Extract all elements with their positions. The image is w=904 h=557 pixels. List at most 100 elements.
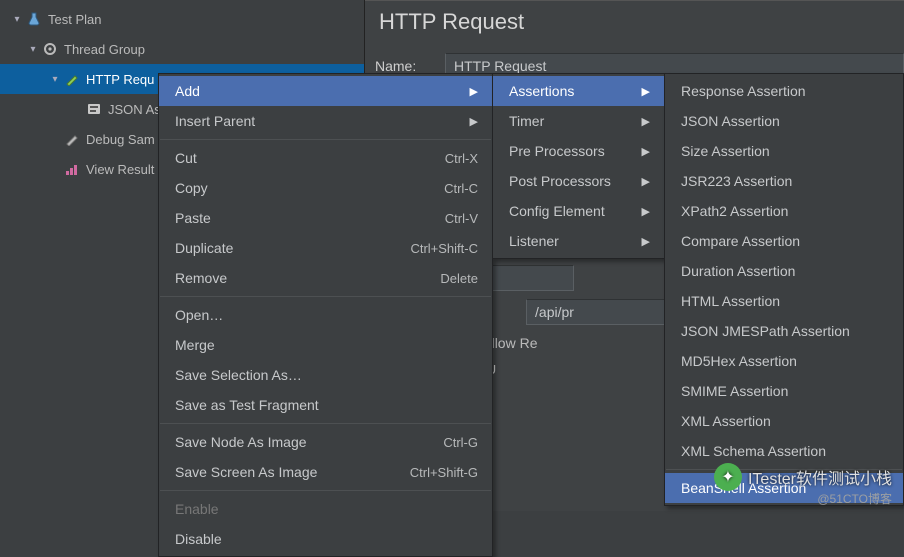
- menu-label: MD5Hex Assertion: [681, 353, 797, 369]
- gear-icon: [42, 41, 58, 57]
- menu-shortcut: Ctrl-G: [443, 435, 478, 450]
- menu-save-node-image[interactable]: Save Node As Image Ctrl-G: [159, 427, 492, 457]
- submenu-config-element[interactable]: Config Element ▶: [493, 196, 664, 226]
- menu-label: Post Processors: [509, 173, 611, 189]
- flask-icon: [26, 11, 42, 27]
- assertion-item[interactable]: SMIME Assertion: [665, 376, 903, 406]
- tree-item-thread-group[interactable]: ▾ Thread Group: [0, 34, 364, 64]
- menu-label: Paste: [175, 210, 211, 226]
- menu-shortcut: Ctrl+Shift-C: [410, 241, 478, 256]
- menu-disable[interactable]: Disable: [159, 524, 492, 554]
- menu-label: JSR223 Assertion: [681, 173, 792, 189]
- menu-label: Assertions: [509, 83, 574, 99]
- menu-label: Save as Test Fragment: [175, 397, 319, 413]
- menu-label: XML Schema Assertion: [681, 443, 826, 459]
- menu-label: BeanShell Assertion: [681, 480, 806, 496]
- assertion-item[interactable]: Duration Assertion: [665, 256, 903, 286]
- assertion-item[interactable]: Compare Assertion: [665, 226, 903, 256]
- menu-label: Disable: [175, 531, 222, 547]
- menu-separator: [160, 139, 491, 140]
- chevron-right-icon: ▶: [470, 85, 478, 98]
- assertion-item[interactable]: MD5Hex Assertion: [665, 346, 903, 376]
- menu-label: Save Node As Image: [175, 434, 307, 450]
- tree-item-label: Debug Sam: [86, 132, 155, 147]
- name-label: Name:: [375, 58, 435, 74]
- menu-save-fragment[interactable]: Save as Test Fragment: [159, 390, 492, 420]
- menu-shortcut: Ctrl+Shift-G: [410, 465, 478, 480]
- assertion-item[interactable]: HTML Assertion: [665, 286, 903, 316]
- menu-merge[interactable]: Merge: [159, 330, 492, 360]
- chevron-right-icon: ▶: [642, 235, 650, 248]
- chevron-right-icon: ▶: [642, 115, 650, 128]
- menu-label: Size Assertion: [681, 143, 770, 159]
- menu-duplicate[interactable]: Duplicate Ctrl+Shift-C: [159, 233, 492, 263]
- submenu-timer[interactable]: Timer ▶: [493, 106, 664, 136]
- menu-label: Listener: [509, 233, 559, 249]
- menu-label: Config Element: [509, 203, 605, 219]
- assertion-item[interactable]: XML Assertion: [665, 406, 903, 436]
- assertion-item[interactable]: JSON Assertion: [665, 106, 903, 136]
- assertion-icon: [86, 101, 102, 117]
- menu-label: Timer: [509, 113, 544, 129]
- menu-separator: [160, 296, 491, 297]
- menu-shortcut: Ctrl-X: [445, 151, 478, 166]
- assertion-item[interactable]: JSR223 Assertion: [665, 166, 903, 196]
- menu-insert-parent[interactable]: Insert Parent ▶: [159, 106, 492, 136]
- menu-label: Duplicate: [175, 240, 233, 256]
- assertion-item[interactable]: Size Assertion: [665, 136, 903, 166]
- tree-item-label: View Result: [86, 162, 154, 177]
- menu-label: Enable: [175, 501, 219, 517]
- tree-item-label: Thread Group: [64, 42, 145, 57]
- tree-item-label: HTTP Requ: [86, 72, 154, 87]
- menu-label: XPath2 Assertion: [681, 203, 788, 219]
- chevron-right-icon: ▶: [642, 145, 650, 158]
- menu-label: SMIME Assertion: [681, 383, 788, 399]
- menu-label: Cut: [175, 150, 197, 166]
- menu-label: Open…: [175, 307, 223, 323]
- assertion-item[interactable]: JSON JMESPath Assertion: [665, 316, 903, 346]
- results-tree-icon: [64, 161, 80, 177]
- collapse-icon[interactable]: ▾: [10, 14, 24, 25]
- menu-label: Response Assertion: [681, 83, 806, 99]
- assertion-item[interactable]: XML Schema Assertion: [665, 436, 903, 466]
- chevron-right-icon: ▶: [470, 115, 478, 128]
- context-menu[interactable]: Add ▶ Insert Parent ▶ CutCtrl-X CopyCtrl…: [158, 73, 493, 557]
- menu-label: Pre Processors: [509, 143, 605, 159]
- submenu-post-processors[interactable]: Post Processors▶: [493, 166, 664, 196]
- menu-label: Add: [175, 83, 200, 99]
- collapse-icon[interactable]: ▾: [26, 44, 40, 55]
- menu-enable: Enable: [159, 494, 492, 524]
- menu-label: Duration Assertion: [681, 263, 795, 279]
- menu-label: JSON JMESPath Assertion: [681, 323, 850, 339]
- panel-title: HTTP Request: [375, 1, 904, 49]
- sampler-icon: [64, 71, 80, 87]
- assertion-item[interactable]: Response Assertion: [665, 76, 903, 106]
- tree-item-test-plan[interactable]: ▾ Test Plan: [0, 4, 364, 34]
- menu-paste[interactable]: PasteCtrl-V: [159, 203, 492, 233]
- menu-label: XML Assertion: [681, 413, 771, 429]
- submenu-pre-processors[interactable]: Pre Processors ▶: [493, 136, 664, 166]
- menu-save-selection[interactable]: Save Selection As…: [159, 360, 492, 390]
- menu-cut[interactable]: Cut Ctrl-X: [159, 143, 492, 173]
- submenu-listener[interactable]: Listener ▶: [493, 226, 664, 256]
- menu-shortcut: Delete: [440, 271, 478, 286]
- tree-item-label: JSON As: [108, 102, 161, 117]
- menu-save-screen-image[interactable]: Save Screen As Image Ctrl+Shift-G: [159, 457, 492, 487]
- submenu-assertions[interactable]: Assertions▶: [493, 76, 664, 106]
- menu-remove[interactable]: RemoveDelete: [159, 263, 492, 293]
- menu-label: Merge: [175, 337, 215, 353]
- menu-add[interactable]: Add ▶: [159, 76, 492, 106]
- menu-label: Insert Parent: [175, 113, 255, 129]
- assertion-item[interactable]: XPath2 Assertion: [665, 196, 903, 226]
- menu-copy[interactable]: CopyCtrl-C: [159, 173, 492, 203]
- menu-open[interactable]: Open…: [159, 300, 492, 330]
- menu-label: Copy: [175, 180, 208, 196]
- menu-separator: [160, 423, 491, 424]
- collapse-icon[interactable]: ▾: [48, 74, 62, 85]
- assertions-submenu[interactable]: Response Assertion JSON Assertion Size Ass…: [664, 73, 904, 506]
- menu-label: Save Screen As Image: [175, 464, 317, 480]
- menu-separator: [666, 469, 902, 470]
- menu-separator: [160, 490, 491, 491]
- chevron-right-icon: ▶: [642, 205, 650, 218]
- add-submenu[interactable]: Assertions▶ Timer▶ Pre Processors▶ Post …: [492, 73, 665, 259]
